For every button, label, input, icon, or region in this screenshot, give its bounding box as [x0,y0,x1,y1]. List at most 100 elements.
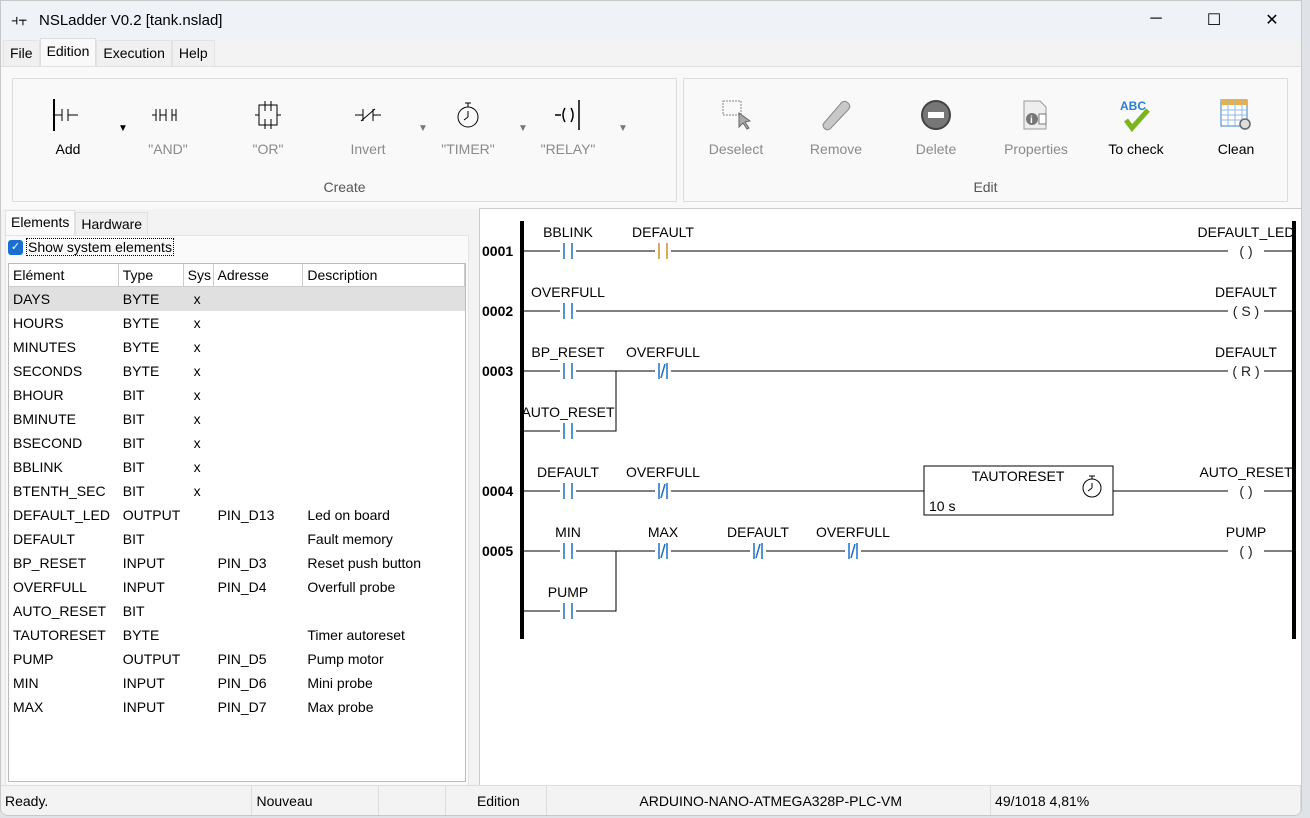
menu-help[interactable]: Help [171,40,215,66]
table-row[interactable]: BMINUTE BIT x [9,407,465,431]
cell-sys: x [193,387,201,403]
contact[interactable] [560,543,576,559]
cell-type: BIT [122,411,145,427]
cell-description: Max probe [307,699,374,715]
create-and-button[interactable]: "AND" [123,97,213,157]
cell-sys: x [193,411,201,427]
coil[interactable]: ( ) [1228,243,1264,259]
show-system-checkbox[interactable]: ✓ Show system elements [6,236,468,258]
cell-type: BYTE [122,315,160,331]
coil-symbol: ( ) [1239,543,1252,559]
delete-icon [891,97,981,133]
table-row[interactable]: DAYS BYTE x [9,287,465,311]
coil[interactable]: ( S ) [1228,303,1264,319]
table-row[interactable]: MAX INPUT PIN_D7 Max probe [9,695,465,719]
column-header-description[interactable]: Description [303,264,465,286]
contact[interactable] [655,243,671,259]
table-row[interactable]: HOURS BYTE x [9,311,465,335]
create-or-button[interactable]: "OR" [223,97,313,157]
create-invert-button[interactable]: Invert [323,97,413,157]
button-label: Properties [1004,141,1068,157]
contact-label: OVERFULL [626,464,700,480]
table-row[interactable]: TAUTORESET BYTE Timer autoreset [9,623,465,647]
cell-description: Reset push button [307,555,421,571]
show-system-label: Show system elements [26,238,174,256]
cell-sys: x [193,291,201,307]
menu-execution[interactable]: Execution [96,40,172,66]
clean-table-icon [1191,97,1281,133]
properties-icon: i [991,97,1081,133]
cell-description: Mini probe [307,675,373,691]
tab-elements[interactable]: Elements [5,210,76,235]
button-label: Delete [915,141,957,157]
contact[interactable] [560,243,576,259]
chevron-down-icon[interactable]: ▼ [618,123,628,134]
contact[interactable] [845,543,861,559]
properties-button[interactable]: i Properties [991,97,1081,157]
maximize-button[interactable]: ☐ [1185,10,1243,30]
button-label: "RELAY" [540,141,596,157]
table-row[interactable]: BBLINK BIT x [9,455,465,479]
coil[interactable]: ( ) [1228,483,1264,499]
branch-contact-label: PUMP [548,584,588,600]
branch-contact[interactable] [560,423,576,439]
close-button[interactable]: ✕ [1243,10,1301,30]
clean-button[interactable]: Clean [1191,97,1281,157]
remove-button[interactable]: Remove [791,97,881,157]
branch-contact-label: AUTO_RESET [521,404,615,420]
table-row[interactable]: MINUTES BYTE x [9,335,465,359]
coil[interactable]: ( R ) [1228,363,1264,379]
branch-contact[interactable] [560,603,576,619]
ladder-editor[interactable]: 0001 BBLINK DEFAULT ( ) DEFAULT_LED 0002 OVERF… [479,208,1302,787]
or-icon [223,97,313,133]
to-check-button[interactable]: ABC To check [1091,97,1181,157]
cell-element: BMINUTE [13,411,76,427]
cell-element: DAYS [13,291,51,307]
menu-file[interactable]: File [3,40,40,66]
table-row[interactable]: SECONDS BYTE x [9,359,465,383]
add-contact-icon [23,97,113,133]
column-header-type[interactable]: Type [119,264,184,286]
minimize-button[interactable]: ─ [1127,10,1185,30]
table-row[interactable]: BTENTH_SEC BIT x [9,479,465,503]
menu-bar: File Edition Execution Help [1,38,1301,67]
table-header: Elément Type Sys Adresse Description [9,264,465,287]
ladder-diagram[interactable]: 0001 BBLINK DEFAULT ( ) DEFAULT_LED 0002 OVERF… [480,209,1302,787]
table-row[interactable]: BP_RESET INPUT PIN_D3 Reset push button [9,551,465,575]
create-add-contact-button[interactable]: Add [23,97,113,157]
coil-label: PUMP [1226,524,1266,540]
cell-type: BIT [122,435,145,451]
table-row[interactable]: AUTO_RESET BIT [9,599,465,623]
create-timer-button[interactable]: "TIMER" [423,97,513,157]
table-row[interactable]: BHOUR BIT x [9,383,465,407]
branch-wire [522,371,617,432]
coil[interactable]: ( ) [1228,543,1264,559]
table-row[interactable]: OVERFULL INPUT PIN_D4 Overfull probe [9,575,465,599]
contact[interactable] [560,363,576,379]
table-row[interactable]: PUMP OUTPUT PIN_D5 Pump motor [9,647,465,671]
delete-button[interactable]: Delete [891,97,981,157]
table-row[interactable]: BSECOND BIT x [9,431,465,455]
create-relay-button[interactable]: "RELAY" [523,97,613,157]
tab-hardware[interactable]: Hardware [75,212,149,235]
coil-label: AUTO_RESET [1199,464,1293,480]
contact[interactable] [560,483,576,499]
contact[interactable] [655,543,671,559]
window-title: NSLadder V0.2 [tank.nslad] [39,11,223,29]
cell-element: AUTO_RESET [13,603,107,619]
contact[interactable] [655,363,671,379]
contact[interactable] [750,543,766,559]
table-row[interactable]: DEFAULT BIT Fault memory [9,527,465,551]
column-header-element[interactable]: Elément [9,264,119,286]
deselect-button[interactable]: Deselect [691,97,781,157]
contact[interactable] [655,483,671,499]
table-row[interactable]: DEFAULT_LED OUTPUT PIN_D13 Led on board [9,503,465,527]
button-label: "TIMER" [441,141,495,157]
column-header-address[interactable]: Adresse [214,264,304,286]
button-label: Remove [809,141,863,157]
menu-edition[interactable]: Edition [39,38,97,66]
contact[interactable] [560,303,576,319]
table-row[interactable]: MIN INPUT PIN_D6 Mini probe [9,671,465,695]
column-header-sys[interactable]: Sys [184,264,214,286]
cell-element: DEFAULT [13,531,75,547]
